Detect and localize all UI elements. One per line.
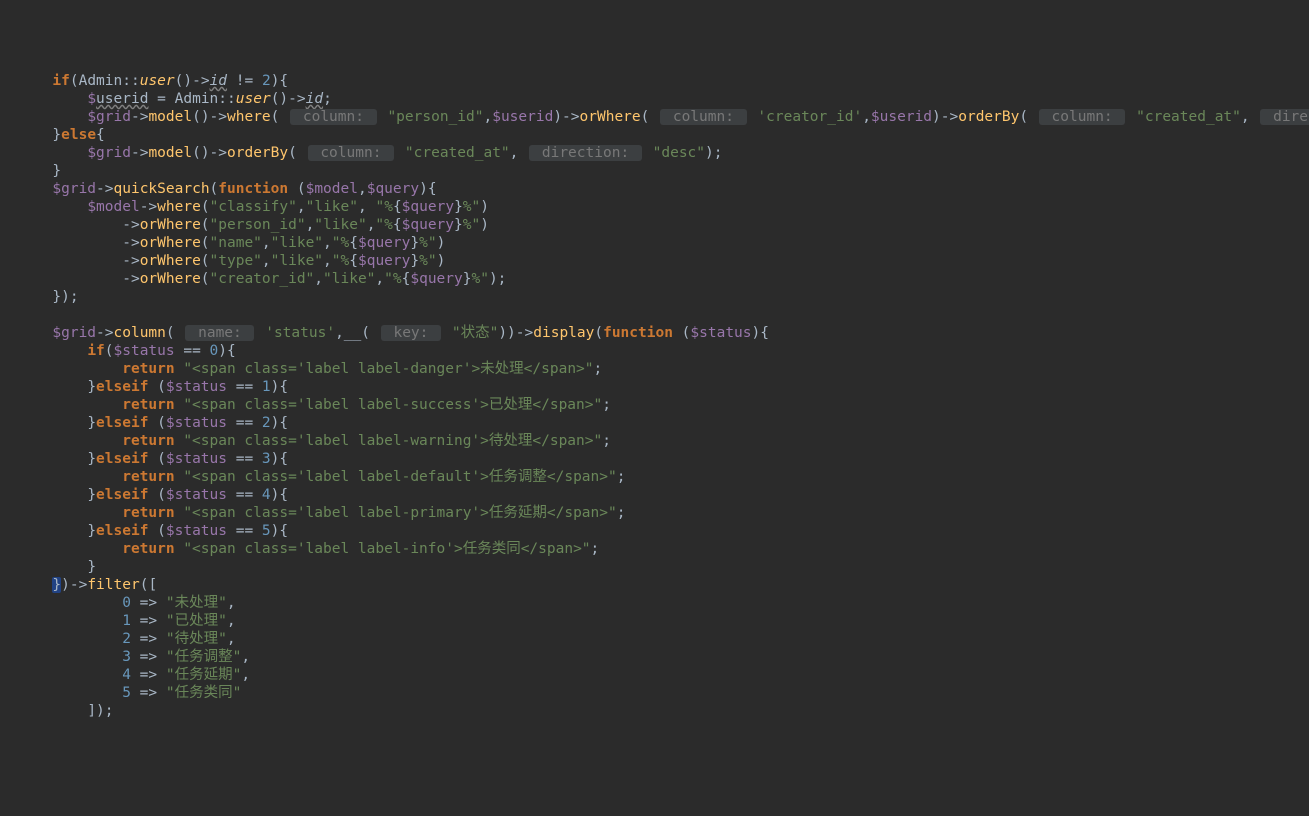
code-editor[interactable]: if(Admin::user()->id != 2){ $userid = Ad… [0, 72, 1309, 720]
